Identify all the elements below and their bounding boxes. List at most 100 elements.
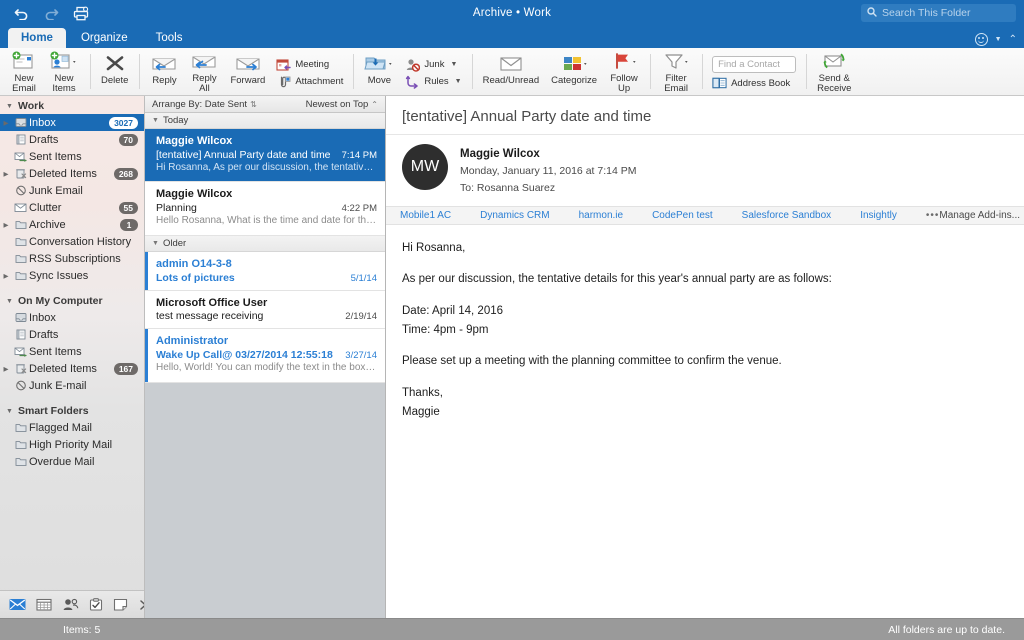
message-list-item[interactable]: Maggie Wilcox [tentative] Annual Party d…	[145, 129, 385, 183]
addin-codepen-test[interactable]: CodePen test	[652, 210, 713, 221]
disclosure-triangle-icon[interactable]: ▶	[0, 119, 12, 127]
sidebar-item-clutter-work[interactable]: Clutter 55	[0, 199, 144, 216]
attachment-button[interactable]: Attachment	[276, 75, 343, 89]
find-contact-input[interactable]: Find a Contact	[712, 56, 797, 73]
ribbon-group-tags: Read/Unread Categorize Follow Up	[471, 48, 650, 95]
rules-dropdown-caret-icon[interactable]: ▼	[455, 78, 462, 85]
meeting-button[interactable]: Meeting	[276, 58, 343, 72]
message-sender-name: Maggie Wilcox	[460, 148, 540, 160]
chevron-right-icon[interactable]	[138, 597, 144, 613]
read-unread-envelope-icon	[496, 51, 526, 74]
addin-overflow-icon[interactable]: •••	[926, 210, 940, 221]
disclosure-triangle-icon[interactable]: ▼	[6, 408, 14, 415]
tab-home[interactable]: Home	[8, 28, 66, 48]
ribbon-stack-junk-rules: Junk ▼ Rules ▼	[400, 48, 466, 95]
message-datetime: Monday, January 11, 2016 at 7:14 PM	[460, 165, 637, 178]
addin-harmon-ie[interactable]: harmon.ie	[579, 210, 623, 221]
message-list-item[interactable]: Maggie Wilcox Planning 4:22 PM Hello Ros…	[145, 182, 385, 236]
message-sender: Maggie Wilcox	[156, 135, 233, 147]
disclosure-triangle-icon[interactable]: ▶	[0, 272, 12, 280]
sidebar-item-drafts-local[interactable]: Drafts	[0, 326, 144, 343]
sidebar-item-inbox-work[interactable]: ▶ Inbox 3027	[0, 114, 144, 131]
sidebar-item-sync-issues[interactable]: ▶ Sync Issues	[0, 267, 144, 284]
redo-icon[interactable]	[42, 5, 60, 21]
group-collapse-icon[interactable]: ▼	[152, 240, 159, 247]
outlook-window: Archive • Work Search This Folder Home O…	[0, 0, 1024, 640]
notes-icon[interactable]	[113, 597, 128, 613]
addin-dynamics-crm[interactable]: Dynamics CRM	[480, 210, 549, 221]
new-email-label: New Email	[12, 72, 36, 95]
message-list-item[interactable]: Microsoft Office User test message recei…	[145, 290, 385, 330]
filter-email-button[interactable]: Filter Email	[655, 48, 697, 95]
disclosure-triangle-icon[interactable]: ▼	[6, 298, 14, 305]
search-input[interactable]: Search This Folder	[861, 4, 1016, 22]
follow-up-button[interactable]: Follow Up	[603, 48, 645, 95]
read-unread-button[interactable]: Read/Unread	[477, 48, 546, 95]
reply-button[interactable]: Reply	[144, 48, 184, 95]
group-collapse-icon[interactable]: ▼	[152, 117, 159, 124]
tab-organize[interactable]: Organize	[68, 28, 141, 48]
sidebar-item-drafts-work[interactable]: Drafts 70	[0, 131, 144, 148]
sidebar-item-inbox-local[interactable]: Inbox	[0, 309, 144, 326]
chevron-up-icon[interactable]: ⌃	[1009, 34, 1017, 45]
move-button[interactable]: Move	[358, 48, 400, 95]
new-email-button[interactable]: New Email	[5, 48, 43, 95]
ribbon-group-sendreceive: Send & Receive	[806, 48, 862, 95]
message-subject: Wake Up Call@ 03/27/2014 12:55:18	[156, 349, 333, 362]
sidebar-item-junk-email-local[interactable]: Junk E-mail	[0, 377, 144, 394]
message-list-item[interactable]: admin O14-3-8 Lots of pictures 5/1/14	[145, 251, 385, 291]
forward-button[interactable]: Forward	[224, 48, 271, 95]
mail-icon[interactable]	[9, 597, 26, 613]
filter-email-label: Filter Email	[664, 72, 688, 95]
junk-dropdown-caret-icon[interactable]: ▼	[450, 61, 457, 68]
arrange-by-label: Arrange By: Date Sent	[152, 98, 248, 110]
sort-order-control[interactable]: Newest on Top ⌃	[306, 99, 378, 110]
delete-button[interactable]: Delete	[95, 48, 134, 95]
message-recipients: To: Rosanna Suarez	[460, 181, 556, 194]
rules-button[interactable]: Rules ▼	[405, 75, 462, 89]
sidebar-item-conversation-history[interactable]: Conversation History	[0, 233, 144, 250]
rules-label: Rules	[424, 76, 449, 87]
address-book-button[interactable]: Address Book	[712, 76, 796, 90]
arrange-by-control[interactable]: Arrange By: Date Sent ⇅	[152, 99, 257, 110]
body-time-line: Time: 4pm - 9pm	[402, 323, 489, 336]
new-items-button[interactable]: New Items	[43, 48, 85, 95]
reply-all-button[interactable]: Reply All	[184, 48, 224, 95]
sidebar-item-high-priority-mail[interactable]: High Priority Mail	[0, 436, 144, 453]
smiley-account-icon[interactable]	[974, 33, 988, 46]
categorize-button[interactable]: Categorize	[545, 48, 603, 95]
disclosure-triangle-icon[interactable]: ▶	[0, 221, 12, 229]
junk-folder-icon	[12, 380, 29, 391]
send-receive-button[interactable]: Send & Receive	[811, 48, 857, 95]
print-icon[interactable]	[72, 5, 90, 21]
message-group-header-older[interactable]: ▼ Older	[145, 235, 385, 252]
disclosure-triangle-icon[interactable]: ▶	[0, 170, 12, 178]
sidebar-item-sent-items-local[interactable]: Sent Items	[0, 343, 144, 360]
sidebar-item-deleted-items-work[interactable]: ▶ Deleted Items 268	[0, 165, 144, 182]
sidebar-section-on-my-computer[interactable]: ▼ On My Computer	[0, 293, 144, 309]
manage-addins-link[interactable]: Manage Add-ins...	[939, 210, 1020, 221]
tasks-icon[interactable]	[89, 597, 103, 613]
calendar-icon[interactable]	[36, 597, 52, 613]
addin-mobile1-ac[interactable]: Mobile1 AC	[400, 210, 451, 221]
message-list-item[interactable]: Administrator Wake Up Call@ 03/27/2014 1…	[145, 329, 385, 383]
sidebar-item-sent-items-work[interactable]: Sent Items	[0, 148, 144, 165]
sidebar-section-work[interactable]: ▼ Work	[0, 98, 144, 114]
disclosure-triangle-icon[interactable]: ▶	[0, 365, 12, 373]
sidebar-item-archive-work[interactable]: ▶ Archive 1	[0, 216, 144, 233]
junk-button[interactable]: Junk ▼	[405, 58, 461, 72]
addin-salesforce-sandbox[interactable]: Salesforce Sandbox	[742, 210, 832, 221]
account-dropdown-caret-icon[interactable]: ▼	[995, 36, 1002, 43]
sidebar-item-deleted-items-local[interactable]: ▶ Deleted Items 167	[0, 360, 144, 377]
sidebar-section-smart-folders[interactable]: ▼ Smart Folders	[0, 403, 144, 419]
message-group-header-today[interactable]: ▼ Today	[145, 113, 385, 129]
sidebar-item-overdue-mail[interactable]: Overdue Mail	[0, 453, 144, 470]
addin-insightly[interactable]: Insightly	[860, 210, 897, 221]
sidebar-item-junk-email-work[interactable]: Junk Email	[0, 182, 144, 199]
tab-tools[interactable]: Tools	[143, 28, 196, 48]
people-icon[interactable]	[62, 597, 79, 613]
sidebar-item-flagged-mail[interactable]: Flagged Mail	[0, 419, 144, 436]
disclosure-triangle-icon[interactable]: ▼	[6, 103, 14, 110]
sidebar-item-rss-subscriptions[interactable]: RSS Subscriptions	[0, 250, 144, 267]
undo-icon[interactable]	[12, 5, 30, 21]
